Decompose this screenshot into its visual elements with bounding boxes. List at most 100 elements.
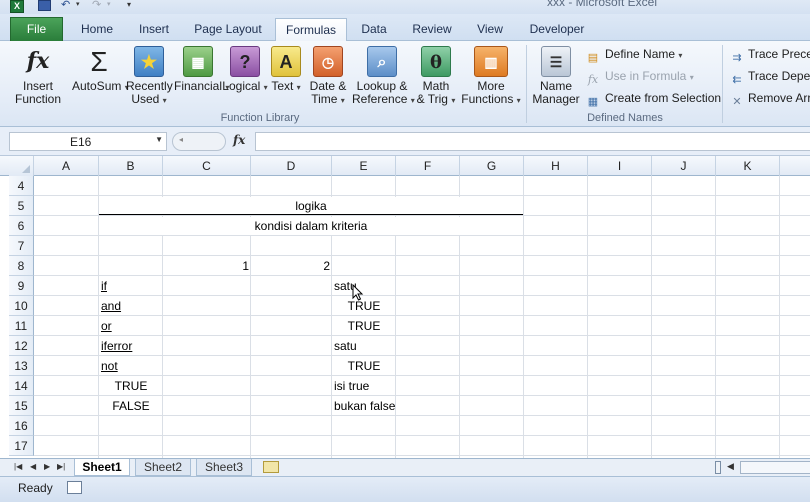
row-header-15[interactable]: 15 [9, 396, 34, 416]
column-header-k[interactable]: K [716, 156, 780, 176]
cell-e14[interactable]: isi true [334, 376, 369, 396]
sheet-tab-sheet2[interactable]: Sheet2 [135, 459, 191, 476]
record-macro-icon[interactable] [67, 481, 82, 494]
row-header-13[interactable]: 13 [9, 356, 34, 376]
undo-icon[interactable]: ↶ [61, 0, 70, 12]
formula-bar-splitter[interactable]: ◂ [172, 132, 226, 151]
financial-button[interactable]: ▦ Financial ▾ [174, 43, 229, 111]
row-header-14[interactable]: 14 [9, 376, 34, 396]
scrollbar-thumb[interactable] [740, 461, 810, 474]
tab-split-handle[interactable] [715, 461, 721, 474]
cell-c8[interactable]: 1 [163, 256, 249, 276]
create-from-selection-button[interactable]: ▦ Create from Selection [586, 89, 721, 108]
formula-input[interactable] [255, 132, 810, 151]
define-name-button[interactable]: ▤ Define Name ▾ [586, 45, 683, 64]
row-header-5[interactable]: 5 [9, 196, 34, 216]
row-header-11[interactable]: 11 [9, 316, 34, 336]
worksheet-grid: A B C D E F G H I J K 4 5 6 7 8 9 10 11 … [0, 156, 810, 458]
tab-insert[interactable]: Insert [128, 18, 180, 41]
tab-file[interactable]: File [10, 17, 63, 41]
name-box-dropdown-icon[interactable]: ▼ [155, 135, 163, 144]
undo-dropdown-icon[interactable]: ▾ [76, 0, 80, 12]
column-header-f[interactable]: F [396, 156, 460, 176]
column-header-d[interactable]: D [251, 156, 332, 176]
cell-b14[interactable]: TRUE [99, 376, 163, 396]
column-header-g[interactable]: G [460, 156, 524, 176]
row-header-8[interactable]: 8 [9, 256, 34, 276]
column-header-j[interactable]: J [652, 156, 716, 176]
cell-title[interactable]: logika [99, 196, 523, 216]
remove-arrows-button[interactable]: ✕Remove Arrows [730, 89, 810, 108]
first-sheet-icon[interactable]: |◀ [14, 462, 22, 471]
cell-b9[interactable]: if [101, 276, 107, 296]
gridline [34, 335, 810, 336]
customize-quick-access-icon[interactable]: ▾ [127, 0, 131, 12]
save-icon[interactable] [38, 0, 51, 11]
tab-home[interactable]: Home [72, 18, 122, 41]
cell-e13[interactable]: TRUE [332, 356, 396, 376]
cell-d8[interactable]: 2 [251, 256, 330, 276]
cell-e11[interactable]: TRUE [332, 316, 396, 336]
cell-e12[interactable]: satu [334, 336, 357, 356]
more-functions-button[interactable]: ▥ More Functions ▾ [460, 43, 522, 111]
row-header-10[interactable]: 10 [9, 296, 34, 316]
row-header-17[interactable]: 17 [9, 436, 34, 456]
next-sheet-icon[interactable]: ▶ [44, 462, 50, 471]
sheet-tab-sheet3[interactable]: Sheet3 [196, 459, 252, 476]
use-in-formula-button[interactable]: fx Use in Formula ▾ [586, 67, 694, 86]
cell-b12[interactable]: iferror [101, 336, 132, 356]
autosum-button[interactable]: Σ AutoSum ▾ [72, 43, 129, 111]
formula-bar: E16 ▼ ◂ fx [0, 127, 810, 156]
cell-subtitle[interactable]: kondisi dalam kriteria [99, 216, 523, 236]
insert-function-button[interactable]: fx Insert Function [10, 43, 66, 111]
tab-formulas[interactable]: Formulas [275, 18, 347, 42]
column-header-h[interactable]: H [524, 156, 588, 176]
horizontal-scrollbar[interactable]: ◀ [715, 461, 810, 474]
column-header-c[interactable]: C [163, 156, 251, 176]
redo-icon[interactable]: ↷ [92, 0, 101, 12]
math-trig-button[interactable]: θ Math & Trig ▾ [414, 43, 458, 111]
excel-app-icon[interactable]: X [10, 0, 24, 13]
cell-b13[interactable]: not [101, 356, 118, 376]
select-all-button[interactable] [9, 156, 34, 176]
column-header-i[interactable]: I [588, 156, 652, 176]
cell-e10[interactable]: TRUE [332, 296, 396, 316]
row-header-6[interactable]: 6 [9, 216, 34, 236]
cell-b10[interactable]: and [101, 296, 121, 316]
insert-sheet-icon[interactable] [263, 461, 279, 473]
redo-dropdown-icon[interactable]: ▾ [107, 0, 111, 12]
tab-review[interactable]: Review [404, 18, 460, 41]
insert-function-fx-icon[interactable]: fx [233, 133, 245, 147]
cell-b15[interactable]: FALSE [99, 396, 163, 416]
trace-dependents-button[interactable]: ⇇Trace Dependents [730, 67, 810, 86]
tab-view[interactable]: View [467, 18, 513, 41]
column-header-a[interactable]: A [34, 156, 99, 176]
date-time-button[interactable]: ◷ Date & Time ▾ [305, 43, 351, 111]
tab-developer[interactable]: Developer [522, 18, 592, 41]
sheet-tab-sheet1[interactable]: Sheet1 [74, 459, 130, 476]
row-header-7[interactable]: 7 [9, 236, 34, 256]
row-header-12[interactable]: 12 [9, 336, 34, 356]
scroll-left-icon[interactable]: ◀ [727, 461, 734, 472]
tab-page-layout[interactable]: Page Layout [187, 18, 269, 41]
name-box[interactable]: E16 ▼ [9, 132, 167, 151]
recently-used-button[interactable]: ★ Recently Used ▾ [126, 43, 173, 111]
cell-b11[interactable]: or [101, 316, 112, 336]
column-header-e[interactable]: E [332, 156, 396, 176]
logical-button[interactable]: ? Logical ▾ [222, 43, 268, 111]
name-manager-button[interactable]: ☰ Name Manager [530, 43, 582, 111]
row-header-16[interactable]: 16 [9, 416, 34, 436]
lookup-reference-button[interactable]: ⌕ Lookup & Reference ▾ [352, 43, 415, 111]
trace-precedents-button[interactable]: ⇉Trace Precedents [730, 45, 810, 64]
status-mode: Ready [18, 481, 53, 495]
row-header-9[interactable]: 9 [9, 276, 34, 296]
tab-data[interactable]: Data [352, 18, 396, 41]
column-header-b[interactable]: B [99, 156, 163, 176]
prev-sheet-icon[interactable]: ◀ [30, 462, 36, 471]
row-header-4[interactable]: 4 [9, 176, 34, 196]
cell-e15[interactable]: bukan false [334, 396, 395, 416]
gridline [34, 295, 810, 296]
text-button[interactable]: A Text ▾ [270, 43, 302, 111]
last-sheet-icon[interactable]: ▶| [57, 462, 65, 471]
gridline [34, 355, 810, 356]
